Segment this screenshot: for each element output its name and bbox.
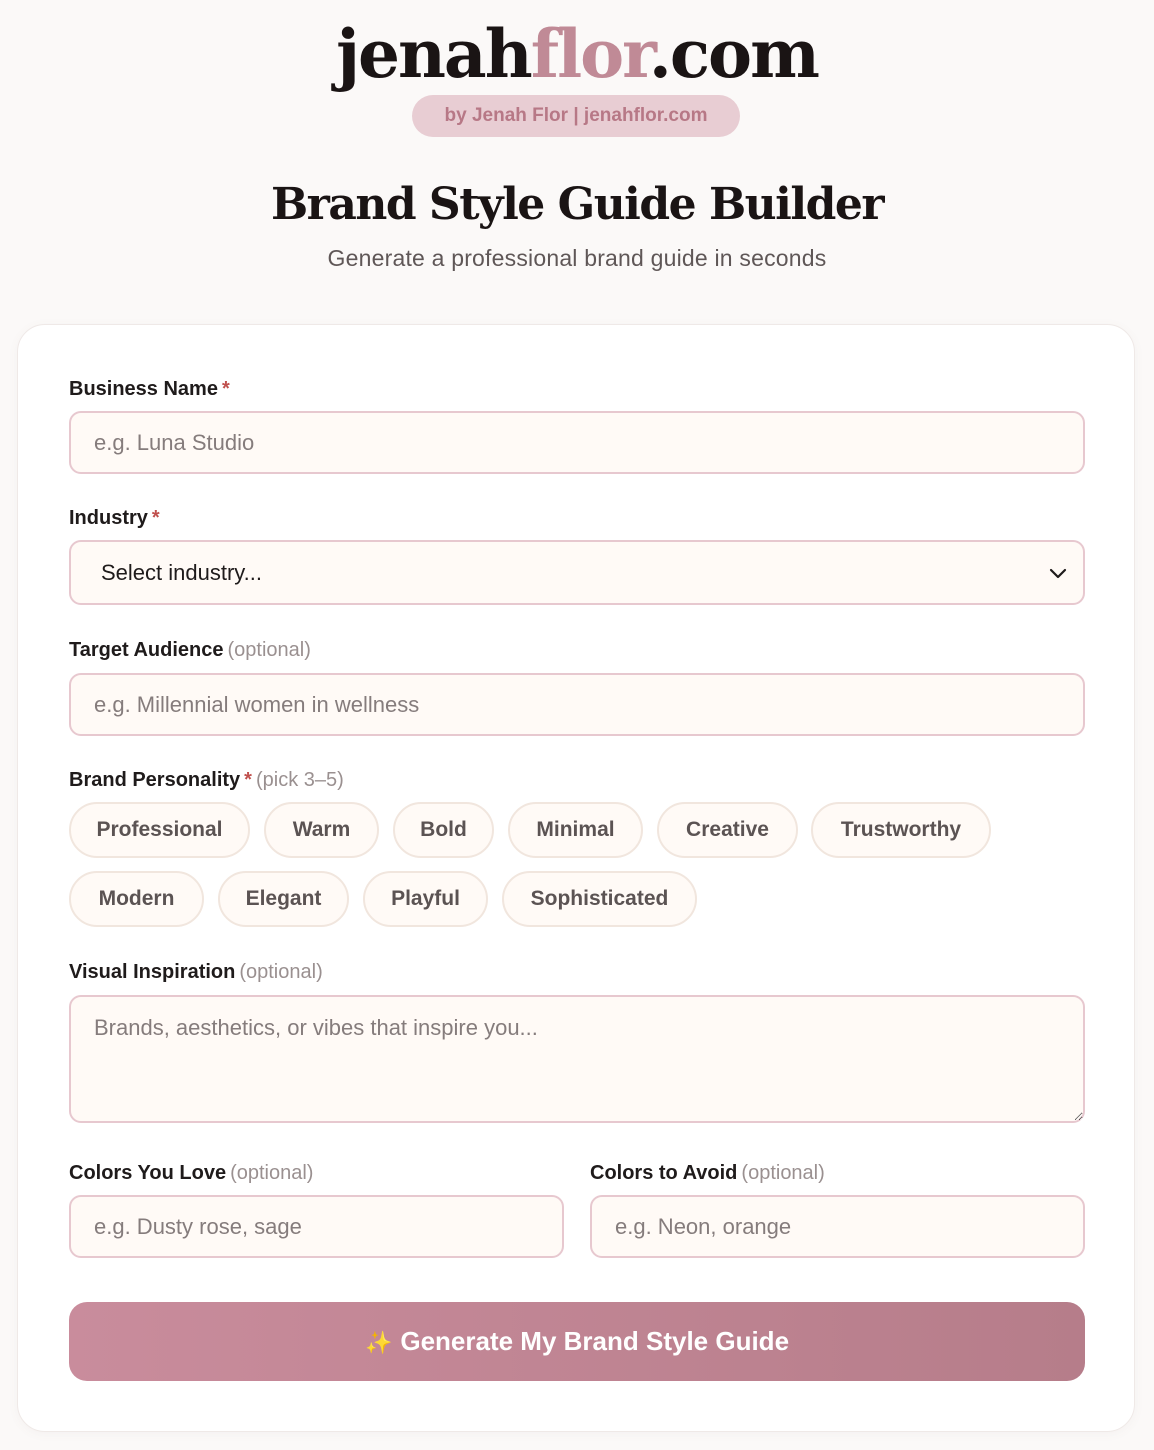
optional-marker: (optional) (239, 961, 323, 983)
colors-avoid-label: Colors to Avoid (optional) (590, 1160, 825, 1186)
personality-chip-elegant[interactable]: Elegant (218, 871, 349, 927)
pick-hint: (pick 3–5) (255, 769, 344, 791)
colors-avoid-input[interactable] (590, 1195, 1085, 1258)
business-name-label-text: Business Name (69, 378, 218, 400)
page-title: Brand Style Guide Builder (270, 179, 885, 230)
brand-personality-label: Brand Personality * (pick 3–5) (69, 767, 344, 793)
required-marker: * (244, 769, 252, 791)
optional-marker: (optional) (227, 639, 311, 661)
byline-badge: by Jenah Flor | jenahflor.com (412, 95, 740, 137)
required-marker: * (221, 378, 230, 400)
business-name-input[interactable] (69, 411, 1085, 474)
page-subtitle: Generate a professional brand guide in s… (327, 245, 827, 271)
industry-select[interactable]: Select industry... (69, 540, 1085, 605)
logo-tld: .com (648, 15, 820, 93)
optional-marker: (optional) (741, 1162, 825, 1184)
colors-love-label-text: Colors You Love (69, 1162, 227, 1184)
generate-guide-button[interactable]: ✨ Generate My Brand Style Guide (69, 1302, 1085, 1381)
brand-personality-label-text: Brand Personality (69, 769, 241, 791)
target-audience-label-text: Target Audience (69, 639, 224, 661)
visual-inspiration-textarea[interactable] (69, 995, 1085, 1123)
personality-chip-trustworthy[interactable]: Trustworthy (811, 802, 991, 858)
optional-marker: (optional) (230, 1162, 314, 1184)
generate-guide-label: Generate My Brand Style Guide (400, 1326, 790, 1356)
colors-love-label: Colors You Love (optional) (69, 1160, 313, 1186)
visual-inspiration-label-text: Visual Inspiration (69, 961, 236, 983)
personality-chip-sophisticated[interactable]: Sophisticated (502, 871, 697, 927)
personality-chip-creative[interactable]: Creative (657, 802, 798, 858)
target-audience-label: Target Audience (optional) (69, 637, 311, 663)
target-audience-input[interactable] (69, 673, 1085, 736)
personality-chip-warm[interactable]: Warm (264, 802, 379, 858)
colors-avoid-label-text: Colors to Avoid (590, 1162, 738, 1184)
visual-inspiration-label: Visual Inspiration (optional) (69, 959, 323, 985)
personality-chip-playful[interactable]: Playful (363, 871, 488, 927)
chevron-down-icon (1049, 568, 1067, 579)
form-card: Business Name* Industry* Select industry… (17, 324, 1135, 1432)
personality-chip-minimal[interactable]: Minimal (508, 802, 643, 858)
sparkles-icon: ✨ (364, 1330, 393, 1355)
required-marker: * (151, 507, 160, 529)
personality-chip-bold[interactable]: Bold (393, 802, 494, 858)
personality-chip-professional[interactable]: Professional (69, 802, 250, 858)
industry-selected-value: Select industry... (101, 560, 262, 585)
logo-accent: flor (530, 15, 651, 93)
business-name-label: Business Name * (69, 376, 230, 402)
industry-label-text: Industry (69, 507, 148, 529)
site-logo[interactable]: jenahflor.com (0, 14, 1154, 94)
logo-main: jenah (336, 15, 533, 93)
colors-love-input[interactable] (69, 1195, 564, 1258)
personality-chip-modern[interactable]: Modern (69, 871, 204, 927)
industry-label: Industry * (69, 505, 160, 531)
